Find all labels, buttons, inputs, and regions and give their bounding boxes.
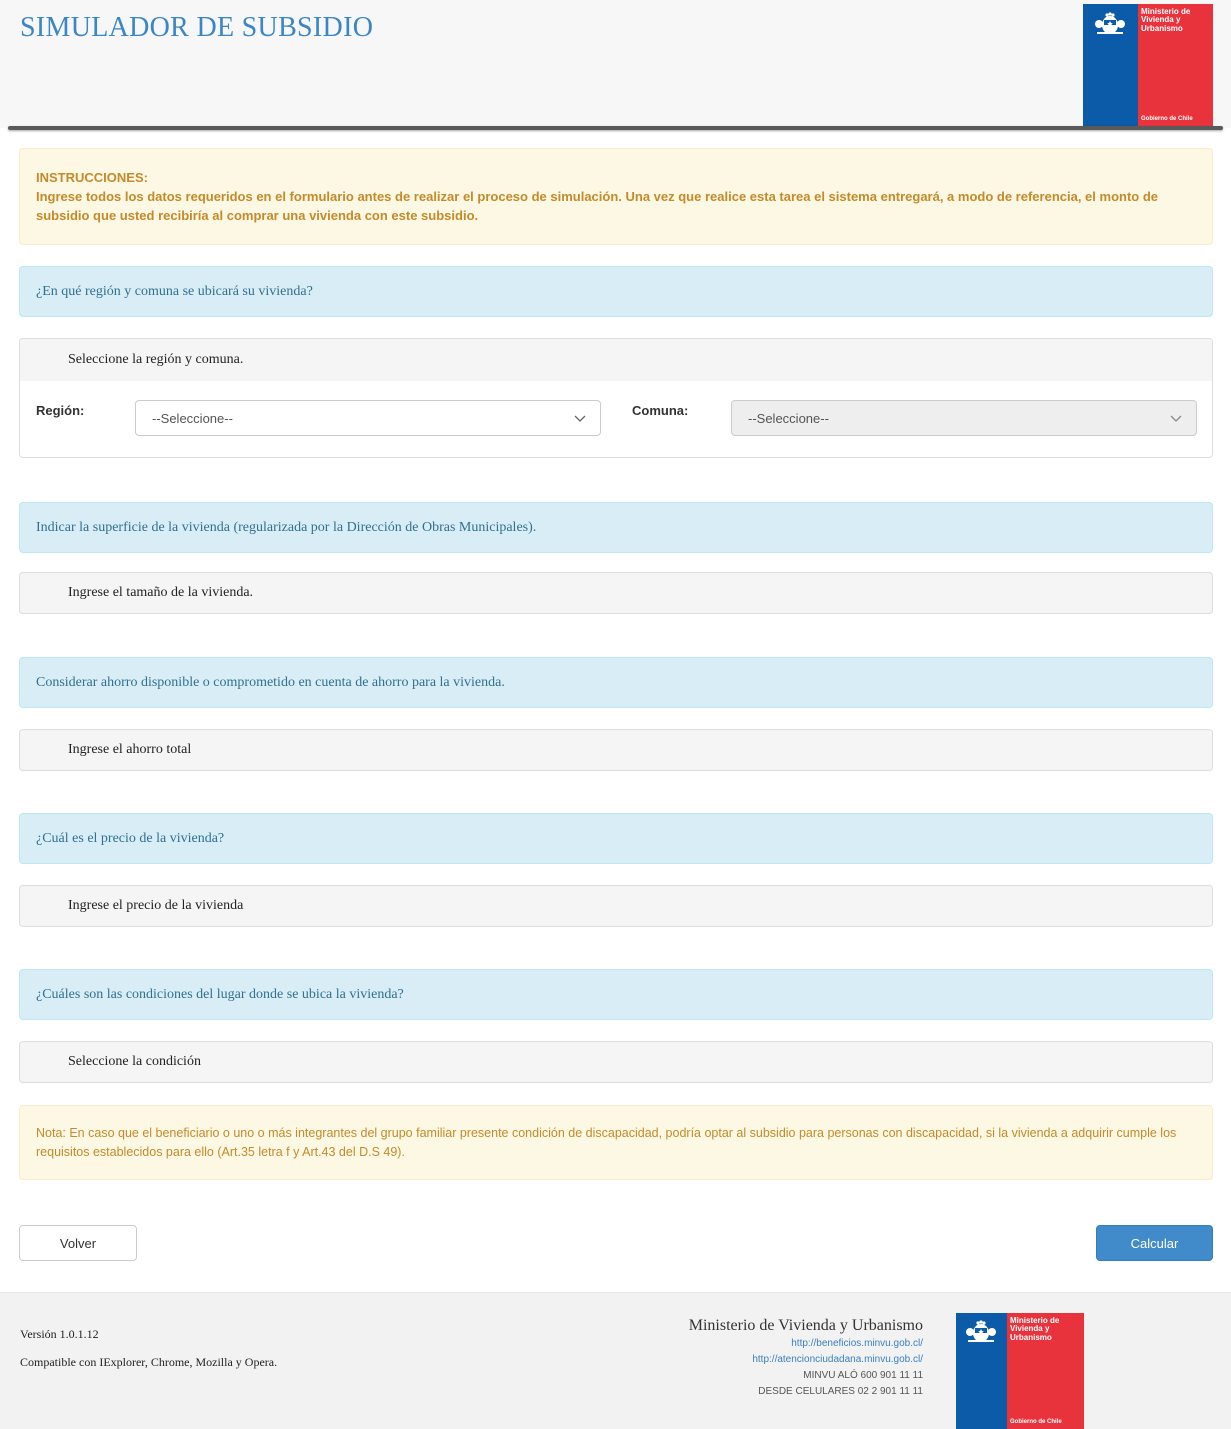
surface-panel[interactable]: Ingrese el tamaño de la vivienda. xyxy=(19,572,1213,614)
region-label: Región: xyxy=(36,403,85,418)
compatibility-text: Compatible con IExplorer, Chrome, Mozill… xyxy=(20,1355,278,1369)
instructions-heading: INSTRUCCIONES: xyxy=(36,170,148,185)
chevron-down-icon xyxy=(1170,415,1182,422)
location-question-panel: ¿En qué región y comuna se ubicará su vi… xyxy=(19,266,1213,317)
region-select[interactable]: --Seleccione-- xyxy=(135,400,601,436)
chile-coat-of-arms-icon xyxy=(966,1320,996,1342)
savings-question: Considerar ahorro disponible o compromet… xyxy=(36,674,505,690)
footer-link-atencion[interactable]: http://atencionciudadana.minvu.gob.cl/ xyxy=(689,1352,923,1368)
conditions-panel[interactable]: Seleccione la condición xyxy=(19,1041,1213,1083)
price-subheading: Ingrese el precio de la vivienda xyxy=(68,898,244,913)
savings-subheading: Ingrese el ahorro total xyxy=(68,742,192,757)
comuna-select[interactable]: --Seleccione-- xyxy=(731,400,1197,436)
back-button[interactable]: Volver xyxy=(19,1225,137,1261)
conditions-question-panel: ¿Cuáles son las condiciones del lugar do… xyxy=(19,969,1213,1020)
chile-coat-of-arms-icon xyxy=(1095,12,1125,34)
location-subheading: Seleccione la región y comuna. xyxy=(68,351,244,367)
savings-panel[interactable]: Ingrese el ahorro total xyxy=(19,729,1213,771)
surface-subheading: Ingrese el tamaño de la vivienda. xyxy=(68,585,254,600)
header-divider xyxy=(8,126,1223,130)
conditions-question: ¿Cuáles son las condiciones del lugar do… xyxy=(36,986,404,1002)
footer-phone: MINVU ALÓ 600 901 11 11 xyxy=(803,1370,923,1381)
price-question-panel: ¿Cuál es el precio de la vivienda? xyxy=(19,813,1213,864)
page-title: SIMULADOR DE SUBSIDIO xyxy=(20,12,374,43)
footer-contact: Ministerio de Vivienda y Urbanismo http:… xyxy=(689,1316,923,1400)
price-panel[interactable]: Ingrese el precio de la vivienda xyxy=(19,885,1213,927)
comuna-label: Comuna: xyxy=(632,403,689,418)
disability-note: Nota: En caso que el beneficiario o uno … xyxy=(19,1105,1213,1180)
footer-ministry-logo: Ministerio de Vivienda y Urbanismo Gobie… xyxy=(956,1313,1084,1429)
version-text: Versión 1.0.1.12 xyxy=(20,1327,99,1341)
calculate-button[interactable]: Calcular xyxy=(1096,1225,1213,1261)
surface-question: Indicar la superficie de la vivienda (re… xyxy=(36,519,537,535)
surface-question-panel: Indicar la superficie de la vivienda (re… xyxy=(19,502,1213,553)
location-card: Seleccione la región y comuna. xyxy=(19,338,1213,458)
footer-mobile-phone: DESDE CELULARES 02 2 901 11 11 xyxy=(758,1386,923,1397)
price-question: ¿Cuál es el precio de la vivienda? xyxy=(36,830,225,846)
footer-ministry: Ministerio de Vivienda y Urbanismo xyxy=(688,1317,923,1334)
savings-question-panel: Considerar ahorro disponible o compromet… xyxy=(19,657,1213,708)
ministry-logo: Ministerio de Vivienda y Urbanismo Gobie… xyxy=(1083,4,1213,126)
instructions-alert: INSTRUCCIONES: Ingrese todos los datos r… xyxy=(19,148,1213,245)
conditions-subheading: Seleccione la condición xyxy=(68,1054,201,1069)
location-question: ¿En qué región y comuna se ubicará su vi… xyxy=(36,283,313,299)
footer-link-beneficios[interactable]: http://beneficios.minvu.gob.cl/ xyxy=(689,1336,923,1352)
chevron-down-icon xyxy=(574,415,586,422)
instructions-text: Ingrese todos los datos requeridos en el… xyxy=(36,189,1158,223)
